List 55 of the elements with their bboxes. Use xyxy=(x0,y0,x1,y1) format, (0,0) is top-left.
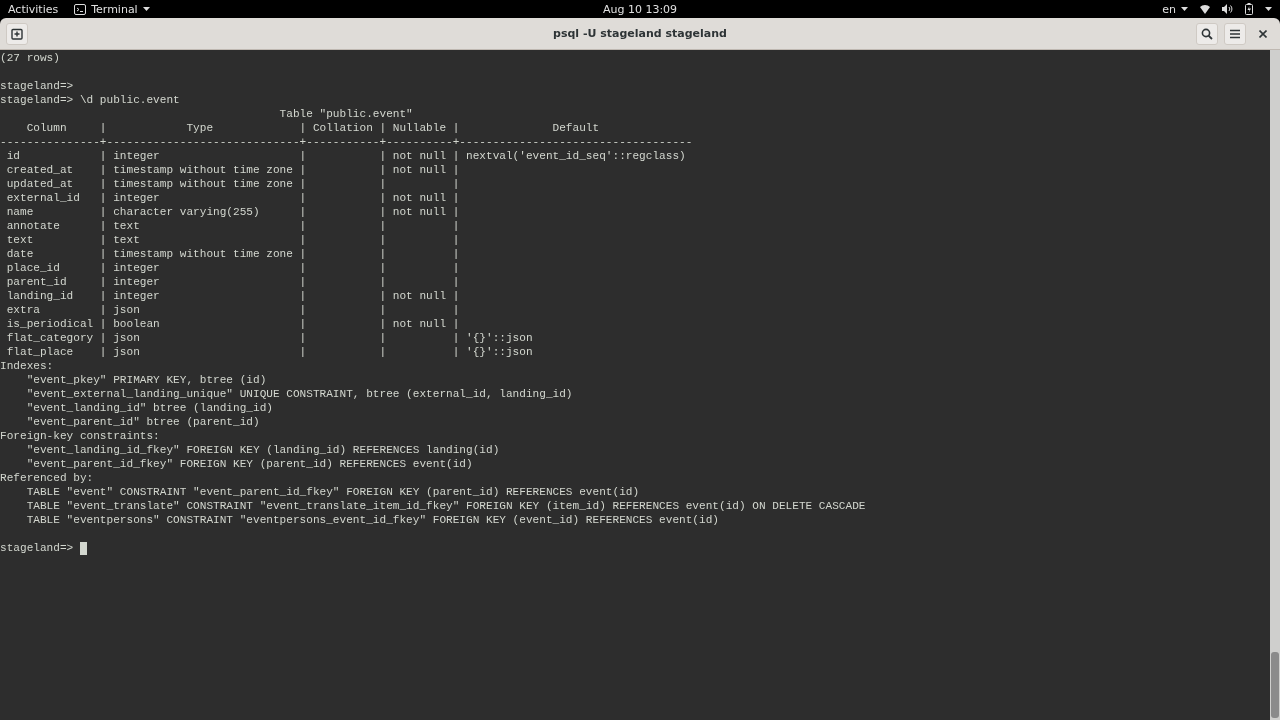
output-line: TABLE "event_translate" CONSTRAINT "event_translate_item_id_fkey" FOREIGN KEY (item_id) REFERENCES event(id) ON DELETE CASCADE xyxy=(25,499,866,513)
output-line: "event_landing_id_fkey" FOREIGN KEY (landing_id) REFERENCES landing(id) xyxy=(25,443,500,457)
output-line: parent_id | integer | | | xyxy=(5,275,460,289)
output-line: TABLE "event" CONSTRAINT "event_parent_id_fkey" FOREIGN KEY (parent_id) REFERENCES event(id) xyxy=(25,485,640,499)
output-line: Foreign-key constraints: xyxy=(0,429,160,443)
output-line: "event_pkey" PRIMARY KEY, btree (id) xyxy=(25,373,267,387)
output-line: flat_place | json | | | '{}'::json xyxy=(5,345,533,359)
prompt: stageland=> xyxy=(0,541,74,555)
activities-button[interactable]: Activities xyxy=(8,2,59,16)
output-line: stageland=> \d public.event xyxy=(0,93,180,107)
output-line: updated_at | timestamp without time zone | | | xyxy=(5,177,460,191)
window-title: psql -U stageland stageland xyxy=(553,27,727,40)
battery-icon[interactable] xyxy=(1245,3,1253,15)
output-line: external_id | integer | | not null | xyxy=(5,191,460,205)
scrollbar-thumb[interactable] xyxy=(1271,652,1279,718)
search-icon xyxy=(1201,27,1213,40)
output-line: flat_category | json | | | '{}'::json xyxy=(5,331,533,345)
output-line: place_id | integer | | | xyxy=(5,261,460,275)
output-line: Indexes: xyxy=(0,359,54,373)
keyboard-layout-menu[interactable]: en xyxy=(1162,2,1188,16)
app-menu[interactable]: Terminal xyxy=(74,2,150,16)
caret-icon xyxy=(142,7,150,11)
output-line: is_periodical | boolean | | not null | xyxy=(5,317,460,331)
output-line: name | character varying(255) | | not null | xyxy=(5,205,460,219)
menu-button[interactable] xyxy=(1224,22,1246,45)
caret-icon[interactable] xyxy=(1265,7,1272,11)
output-line: Referenced by: xyxy=(0,471,94,485)
scrollbar[interactable] xyxy=(1270,50,1280,720)
output-line: id | integer | | not null | nextval('event_id_seq'::regclass) xyxy=(5,149,686,163)
caret-icon xyxy=(1181,7,1188,11)
output-line: Table "public.event" xyxy=(278,107,413,121)
output-line: date | timestamp without time zone | | | xyxy=(5,247,460,261)
wifi-icon[interactable] xyxy=(1200,4,1210,14)
output-line: ---------------+-----------------------------+-----------+----------+----------------------------------- xyxy=(0,135,693,149)
close-icon xyxy=(1259,29,1267,38)
output-line: Column | Type | Collation | Nullable | Default xyxy=(25,121,600,135)
output-line: annotate | text | | | xyxy=(5,219,460,233)
new-tab-icon xyxy=(11,27,23,40)
terminal-icon xyxy=(74,3,87,15)
output-line: created_at | timestamp without time zone | | not null | xyxy=(5,163,460,177)
output-line: (27 rows) xyxy=(0,51,60,65)
search-button[interactable] xyxy=(1196,22,1218,45)
new-tab-button[interactable] xyxy=(6,22,28,45)
output-line: "event_parent_id_fkey" FOREIGN KEY (parent_id) REFERENCES event(id) xyxy=(25,457,473,471)
volume-icon[interactable] xyxy=(1222,4,1233,14)
output-line: TABLE "eventpersons" CONSTRAINT "eventpersons_event_id_fkey" FOREIGN KEY (event_id) REFERENCES event(id) xyxy=(25,513,719,527)
output-line: extra | json | | | xyxy=(5,303,460,317)
output-line: landing_id | integer | | not null | xyxy=(5,289,460,303)
output-line: "event_parent_id" btree (parent_id) xyxy=(25,415,260,429)
output-line: "event_landing_id" btree (landing_id) xyxy=(25,401,273,415)
clock[interactable]: Aug 10 13:09 xyxy=(602,2,678,16)
output-line: stageland=> xyxy=(0,79,74,93)
output-line: text | text | | | xyxy=(5,233,460,247)
menu-icon xyxy=(1230,28,1240,39)
output-line: "event_external_landing_unique" UNIQUE CONSTRAINT, btree (external_id, landing_id) xyxy=(25,387,573,401)
